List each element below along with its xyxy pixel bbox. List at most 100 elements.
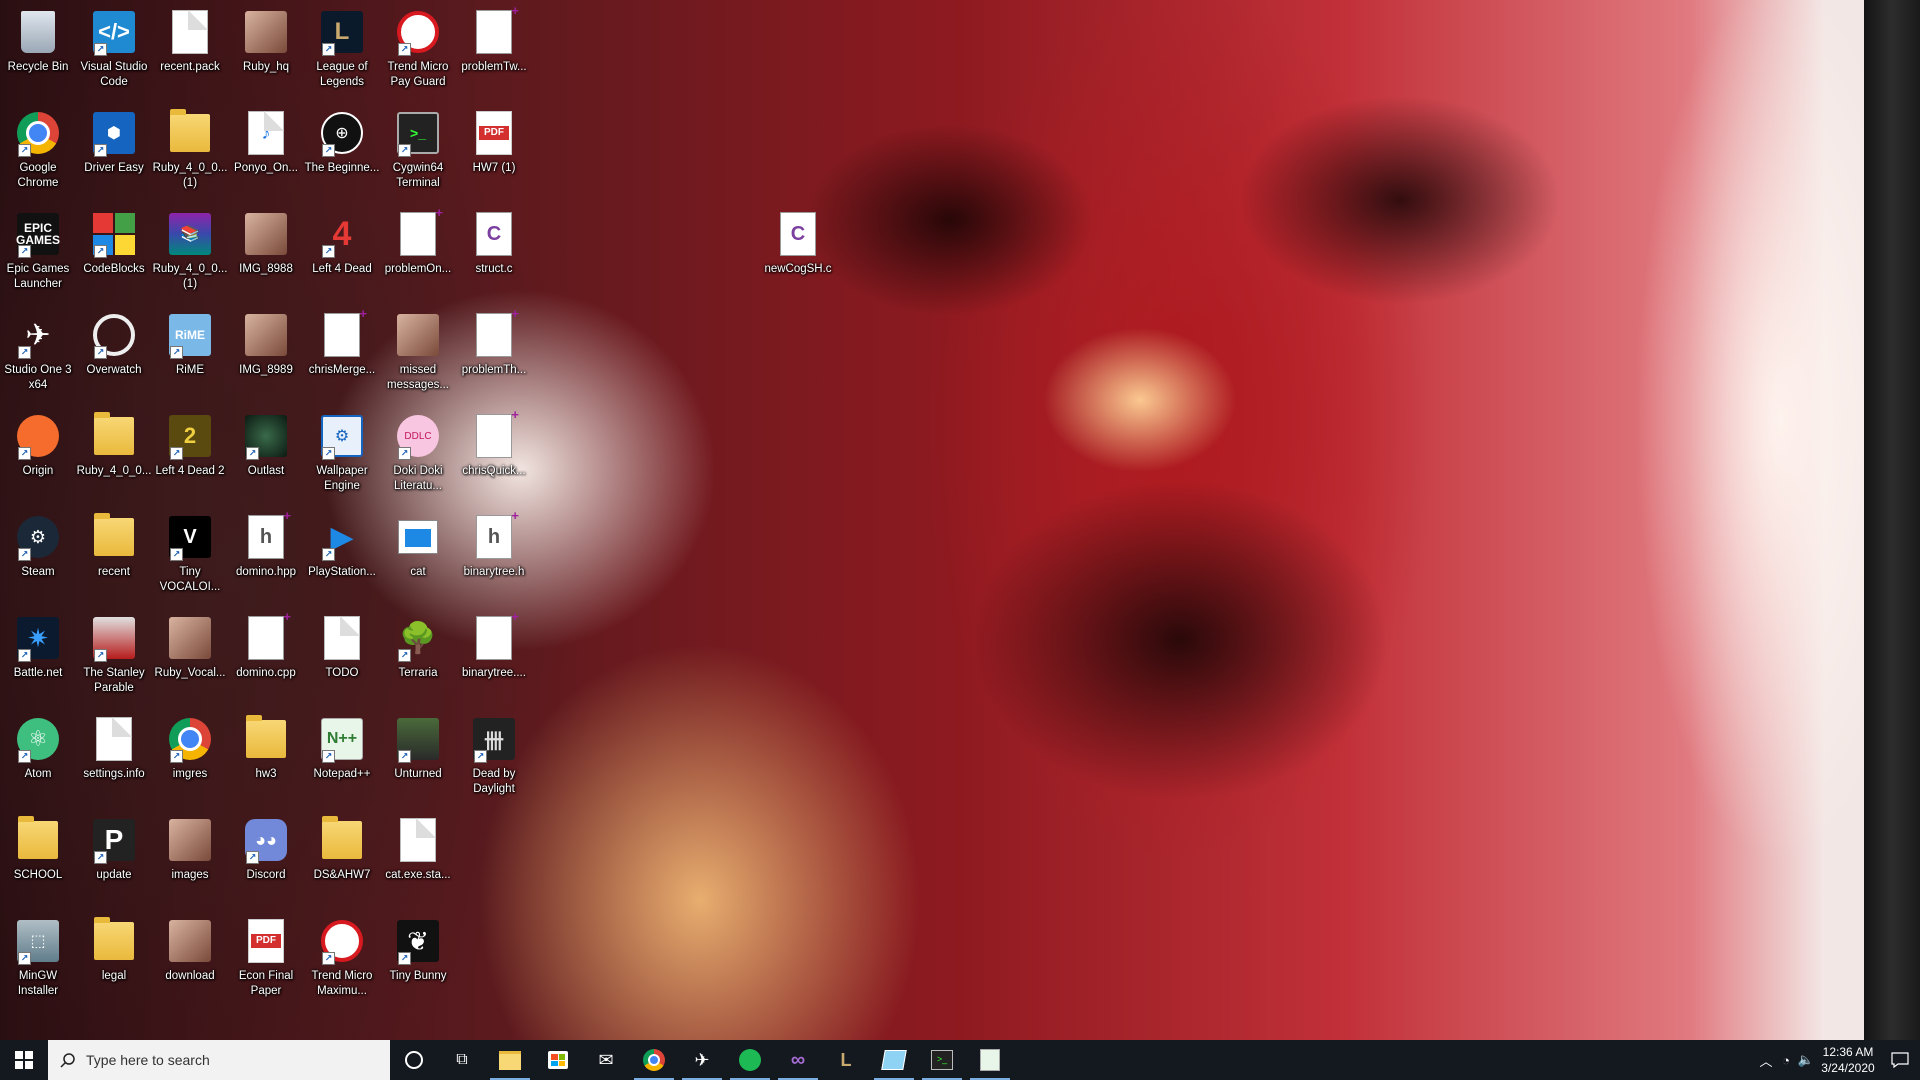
taskbar-app-button[interactable] <box>390 1040 438 1080</box>
desktop-icon-label: recent.pack <box>160 61 220 73</box>
taskbar-app-button[interactable] <box>870 1040 918 1080</box>
desktop-icon[interactable]: DDLC ↗ Doki Doki Literatu... <box>380 408 456 494</box>
desktop-icon[interactable]: CnewCogSH.c <box>760 206 836 277</box>
desktop-icon[interactable]: settings.info <box>76 711 152 782</box>
desktop-icon[interactable]: hw3 <box>228 711 304 782</box>
desktop-icon[interactable]: images <box>152 812 228 883</box>
desktop-icon[interactable]: SCHOOL <box>0 812 76 883</box>
desktop-icon[interactable]: ↗ imgres <box>152 711 228 782</box>
desktop-icon[interactable]: V ↗ Tiny VOCALOI... <box>152 509 228 595</box>
desktop-icon[interactable]: IMG_8989 <box>228 307 304 378</box>
desktop-icon[interactable]: ↗ Google Chrome <box>0 105 76 191</box>
desktop-icon[interactable]: N++ ↗ Notepad++ <box>304 711 380 782</box>
desktop-icon[interactable]: ↗ Origin <box>0 408 76 479</box>
desktop-icon[interactable]: ✷ ↗ Battle.net <box>0 610 76 681</box>
taskbar-app-button[interactable]: L <box>822 1040 870 1080</box>
desktop-icon[interactable]: Cstruct.c <box>456 206 532 277</box>
desktop-icon[interactable]: ⚛ ↗ Atom <box>0 711 76 782</box>
desktop-icon[interactable]: RiME ↗ RiME <box>152 307 228 378</box>
desktop-icon[interactable]: P ↗ update <box>76 812 152 883</box>
desktop-icon[interactable]: ✈ ↗ Studio One 3 x64 <box>0 307 76 393</box>
desktop-icon[interactable]: ⬚ ↗ MinGW Installer <box>0 913 76 999</box>
desktop-icon[interactable]: cat.exe.sta... <box>380 812 456 883</box>
desktop-icon[interactable]: Ruby_Vocal... <box>152 610 228 681</box>
volume-icon[interactable]: 🔈 <box>1796 1052 1816 1068</box>
desktop-icon[interactable]: 2 ↗ Left 4 Dead 2 <box>152 408 228 479</box>
desktop-icon[interactable]: ▶ ↗ PlayStation... <box>304 509 380 580</box>
taskbar-app-button[interactable]: ∞ <box>774 1040 822 1080</box>
desktop-icon[interactable]: + problemTh... <box>456 306 532 378</box>
desktop-icon[interactable]: h + domino.hpp <box>228 508 304 580</box>
taskbar-app-button[interactable]: ⧉ <box>438 1040 486 1080</box>
taskbar-app-button[interactable] <box>486 1040 534 1080</box>
desktop-icon[interactable]: L ↗ League of Legends <box>304 4 380 90</box>
desktop-icon[interactable]: + chrisMerge... <box>304 306 380 378</box>
taskbar-app-button[interactable] <box>726 1040 774 1080</box>
pdf-icon: PDF <box>470 109 518 157</box>
taskbar-app-button[interactable]: ✈ <box>678 1040 726 1080</box>
desktop-icon[interactable]: + problemTw... <box>456 3 532 75</box>
desktop-icon-label: Ruby_Vocal... <box>154 667 226 679</box>
taskbar-search-box[interactable]: Type here to search <box>48 1040 390 1080</box>
desktop-icon[interactable]: TODO <box>304 610 380 681</box>
action-center-button[interactable] <box>1880 1040 1920 1080</box>
desktop-icon[interactable]: + chrisQuick... <box>456 407 532 479</box>
desktop-icon[interactable]: ⚙ ↗ Steam <box>0 509 76 580</box>
desktop-icon[interactable]: PDF HW7 (1) <box>456 105 532 176</box>
new-file-icon: + <box>470 407 519 460</box>
desktop-icon[interactable]: + binarytree.... <box>456 609 532 681</box>
desktop-icon[interactable]: ◕◕ ↗ Discord <box>228 812 304 883</box>
desktop-icon[interactable]: ↗ The Stanley Parable <box>76 610 152 696</box>
desktop-icon[interactable]: ↗ Outlast <box>228 408 304 479</box>
image-icon <box>242 311 290 359</box>
desktop-icon[interactable]: Ruby_4_0_0... (1) <box>152 105 228 191</box>
desktop-icon[interactable]: 卌 ↗ Dead by Daylight <box>456 711 532 797</box>
taskbar-app-button[interactable] <box>534 1040 582 1080</box>
desktop-icon[interactable]: ⚙ ↗ Wallpaper Engine <box>304 408 380 494</box>
desktop-icon[interactable]: cat <box>380 509 456 580</box>
desktop-icon[interactable]: IMG_8988 <box>228 206 304 277</box>
desktop-icon[interactable]: + domino.cpp <box>228 609 304 681</box>
desktop-icon[interactable]: + problemOn... <box>380 205 456 277</box>
desktop-icon[interactable]: Ruby_4_0_0... <box>76 408 152 479</box>
desktop-icon[interactable]: Ruby_hq <box>228 4 304 75</box>
desktop-icon[interactable]: ↗ CodeBlocks <box>76 206 152 277</box>
desktop-icon[interactable]: legal <box>76 913 152 984</box>
desktop-icon[interactable]: 4 ↗ Left 4 Dead <box>304 206 380 277</box>
desktop-icon[interactable]: ↗ Trend Micro Pay Guard <box>380 4 456 90</box>
desktop-icon-label: cat <box>410 566 426 578</box>
desktop-icon[interactable]: ⬢ ↗ Driver Easy <box>76 105 152 176</box>
taskbar-app-button[interactable]: ✉ <box>582 1040 630 1080</box>
desktop-icon[interactable]: ↗ Overwatch <box>76 307 152 378</box>
desktop-icon[interactable]: DS&AHW7 <box>304 812 380 883</box>
desktop-icon[interactable]: 🌳 ↗ Terraria <box>380 610 456 681</box>
desktop-icon-label: Epic Games Launcher <box>6 263 70 290</box>
update-icon: P ↗ <box>90 816 138 864</box>
clock[interactable]: 12:36 AM 3/24/2020 <box>1816 1044 1880 1076</box>
desktop-icon-label: imgres <box>172 768 208 780</box>
image-icon <box>242 210 290 258</box>
taskbar-app-button[interactable] <box>966 1040 1014 1080</box>
desktop-icon[interactable]: ↗ Trend Micro Maximu... <box>304 913 380 999</box>
network-icon[interactable]: ◔ <box>1776 1053 1796 1068</box>
desktop-icon[interactable]: ↗ Unturned <box>380 711 456 782</box>
desktop-icon[interactable]: 📚 Ruby_4_0_0... (1) <box>152 206 228 292</box>
desktop-icon[interactable]: missed messages... <box>380 307 456 393</box>
folder-icon <box>90 513 138 561</box>
taskbar-app-button[interactable]: >_ <box>918 1040 966 1080</box>
desktop-icon[interactable]: ♪ Ponyo_On... <box>228 105 304 176</box>
desktop-icon[interactable]: recent <box>76 509 152 580</box>
desktop-icon[interactable]: recent.pack <box>152 4 228 75</box>
desktop-icon[interactable]: download <box>152 913 228 984</box>
desktop-icon[interactable]: h + binarytree.h <box>456 508 532 580</box>
chevron-up-icon[interactable]: ︿ <box>1756 1051 1776 1070</box>
desktop-icon[interactable]: EPIC GAMES ↗ Epic Games Launcher <box>0 206 76 292</box>
desktop-icon[interactable]: PDF Econ Final Paper <box>228 913 304 999</box>
desktop-icon[interactable]: ⊕ ↗ The Beginne... <box>304 105 380 176</box>
taskbar-app-button[interactable] <box>630 1040 678 1080</box>
desktop-icon[interactable]: ❦ ↗ Tiny Bunny <box>380 913 456 984</box>
desktop-icon[interactable]: </> ↗ Visual Studio Code <box>76 4 152 90</box>
start-button[interactable] <box>0 1040 48 1080</box>
desktop-icon[interactable]: >_ ↗ Cygwin64 Terminal <box>380 105 456 191</box>
desktop-icon[interactable]: Recycle Bin <box>0 4 76 75</box>
